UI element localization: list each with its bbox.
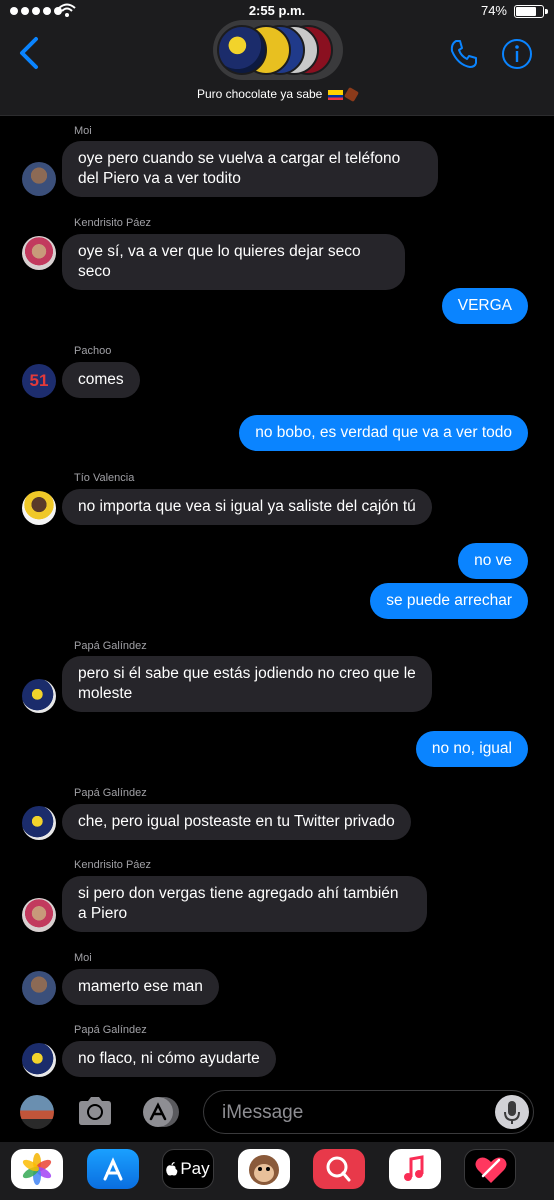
chocolate-icon — [344, 87, 360, 103]
photos-app-button[interactable] — [11, 1149, 63, 1189]
avatar[interactable] — [22, 898, 56, 932]
incoming-message[interactable]: oye sí, va a ver que lo quieres dejar se… — [62, 234, 405, 290]
incoming-message[interactable]: mamerto ese man — [62, 969, 219, 1005]
image-search-button[interactable] — [313, 1149, 365, 1189]
avatar[interactable] — [22, 162, 56, 196]
sender-name: Pachoo — [74, 345, 112, 357]
music-icon — [404, 1155, 424, 1181]
details-button[interactable] — [501, 38, 533, 75]
ecuador-flag-icon — [327, 89, 343, 100]
incoming-message[interactable]: si pero don vergas tiene agregado ahí ta… — [62, 876, 427, 932]
camera-icon — [79, 1097, 111, 1125]
group-avatar — [217, 25, 267, 75]
back-chevron-icon — [20, 37, 38, 69]
message-thread[interactable]: Moi oye pero cuando se vuelva a cargar e… — [0, 116, 554, 1086]
dictation-button[interactable] — [495, 1095, 529, 1129]
app-store-app-button[interactable] — [87, 1149, 139, 1189]
sender-name: Kendrisito Páez — [74, 859, 152, 871]
message-placeholder: iMessage — [222, 1102, 304, 1123]
incoming-message[interactable]: no flaco, ni cómo ayudarte — [62, 1041, 276, 1077]
back-button[interactable] — [16, 36, 46, 70]
jersey-number: 51 — [29, 371, 49, 390]
incoming-message[interactable]: oye pero cuando se vuelva a cargar el te… — [62, 141, 438, 197]
search-images-icon — [326, 1156, 351, 1182]
app-store-button[interactable] — [140, 1094, 182, 1135]
avatar[interactable] — [22, 679, 56, 713]
avatar[interactable] — [22, 971, 56, 1005]
outgoing-message[interactable]: se puede arrechar — [370, 583, 528, 619]
camera-button[interactable] — [76, 1094, 114, 1133]
incoming-message[interactable]: comes — [62, 362, 140, 398]
sender-name: Moi — [74, 952, 92, 964]
sender-name: Papá Galíndez — [74, 1024, 147, 1036]
outgoing-message[interactable]: no bobo, es verdad que va a ver todo — [239, 415, 528, 451]
apple-pay-label: Pay — [180, 1159, 210, 1178]
memoji-button[interactable] — [20, 1095, 54, 1129]
battery-percent: 74% — [480, 3, 507, 18]
avatar[interactable]: 51 — [22, 364, 56, 398]
microphone-icon — [504, 1101, 520, 1124]
apple-pay-icon — [166, 1162, 178, 1176]
animoji-icon — [249, 1155, 279, 1185]
avatar[interactable] — [22, 806, 56, 840]
incoming-message[interactable]: no importa que vea si igual ya saliste d… — [62, 489, 432, 525]
group-avatar-stack[interactable] — [213, 20, 343, 80]
avatar[interactable] — [22, 1043, 56, 1077]
digital-touch-button[interactable] — [464, 1149, 516, 1189]
avatar[interactable] — [22, 236, 56, 270]
animoji-button[interactable] — [238, 1149, 290, 1189]
music-button[interactable] — [389, 1149, 441, 1189]
outgoing-message[interactable]: no no, igual — [415, 731, 528, 767]
sender-name: Papá Galíndez — [74, 640, 147, 652]
group-title[interactable]: Puro chocolate ya sabe — [0, 87, 554, 103]
status-time: 2:55 p.m. — [248, 3, 306, 18]
avatar[interactable] — [22, 491, 56, 525]
compose-bar: iMessage — [0, 1086, 554, 1142]
digital-touch-icon — [475, 1157, 507, 1183]
sender-name: Tío Valencia — [74, 472, 135, 484]
battery-icon — [514, 5, 548, 18]
phone-icon — [450, 40, 477, 68]
info-icon — [502, 39, 532, 69]
incoming-message[interactable]: pero si él sabe que estás jodiendo no cr… — [62, 656, 432, 712]
sender-name: Moi — [74, 125, 92, 137]
call-button[interactable] — [448, 38, 480, 75]
app-store-app-icon — [103, 1157, 123, 1181]
imessage-app-drawer: Pay — [0, 1142, 554, 1200]
outgoing-message[interactable]: VERGA — [441, 288, 528, 324]
sender-name: Papá Galíndez — [74, 787, 147, 799]
status-bar: 2:55 p.m. 74% — [0, 0, 554, 22]
sender-name: Kendrisito Páez — [74, 217, 152, 229]
app-store-icon — [143, 1097, 179, 1127]
outgoing-message[interactable]: no ve — [458, 543, 528, 579]
apple-pay-button[interactable]: Pay — [162, 1149, 214, 1189]
photos-app-icon — [22, 1153, 52, 1185]
message-input[interactable]: iMessage — [203, 1090, 534, 1134]
incoming-message[interactable]: che, pero igual posteaste en tu Twitter … — [62, 804, 411, 840]
